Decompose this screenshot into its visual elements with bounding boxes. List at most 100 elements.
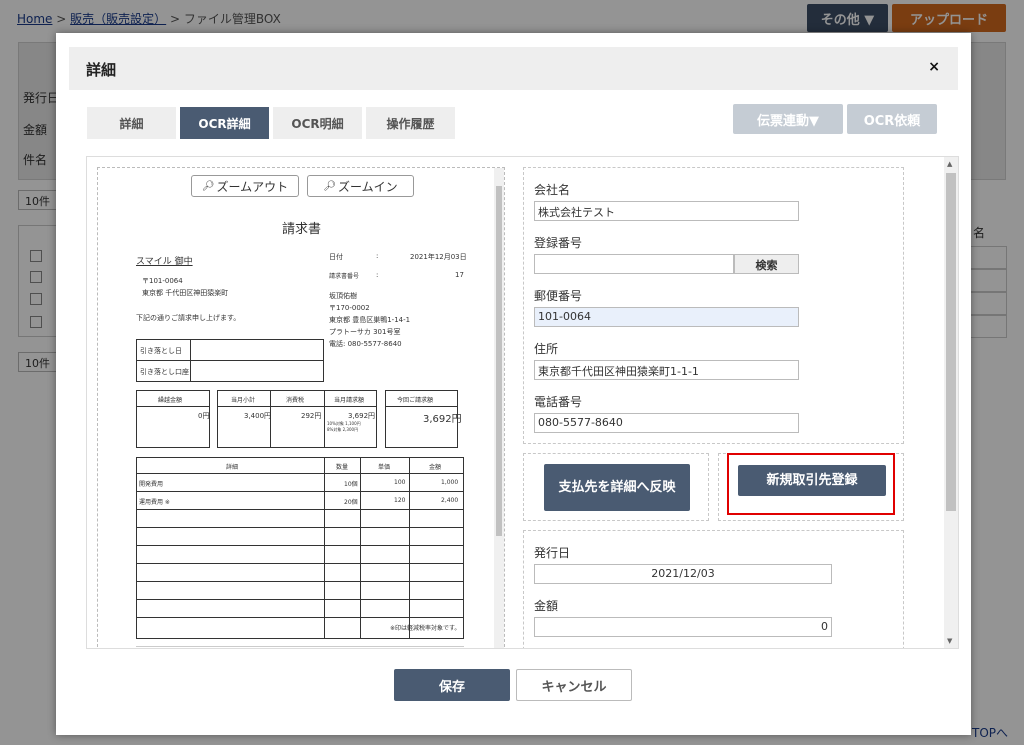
line-header: 数量 [336,464,349,471]
colon: : [376,252,379,260]
address-field[interactable]: 東京都千代田区神田猿楽町1-1-1 [534,360,799,380]
save-button[interactable]: 保存 [394,669,510,701]
zip-label: 郵便番号 [534,289,583,303]
sum-header: 今回ご請求額 [397,397,434,404]
scroll-up-icon[interactable]: ▲ [947,160,952,168]
modal-title: 詳細 [86,61,117,79]
date-label: 日付 [329,253,343,261]
zip-field[interactable]: 101-0064 [534,307,799,327]
account-label: 引き落とし口座 [140,368,189,376]
magnifier-icon: 🔎︎ [323,180,337,192]
divider [324,457,325,639]
invoice-recipient: スマイル 御中 [136,257,193,267]
line-desc: 開発費用 [139,481,164,488]
company-field[interactable]: 株式会社テスト [534,201,799,221]
zoom-in-button[interactable]: 🔎︎ ズームイン [307,175,414,197]
sum-total: 3,692円 [423,414,462,425]
sum-value: 292円 [301,412,322,420]
line-header: 詳細 [226,464,239,471]
sum-value: 3,692円 [348,412,376,420]
row-line [136,527,464,528]
form-scrollbar-thumb[interactable] [946,173,956,511]
divider [409,457,410,639]
deadline-label: 引き落とし日 [140,347,182,355]
reg-number-field[interactable] [534,254,734,274]
issue-date-label: 発行日 [534,546,571,560]
tel-label: 電話番号 [534,395,583,409]
scroll-down-icon[interactable]: ▼ [947,637,952,645]
tab-ocr-detail[interactable]: OCR詳細 [180,107,269,139]
colon: : [376,271,379,279]
tax-note: ※印は軽減税率対象です。 [390,625,461,632]
ocr-request-button[interactable]: OCR依頼 [847,104,937,134]
line-items-table [136,457,464,639]
row-line [136,617,464,618]
divider [217,406,377,407]
issuer-name: 坂頂佑樹 [329,292,357,300]
divider [136,360,324,361]
issuer-address: 東京都 豊島区巣鴨1-14-1 [329,316,411,324]
tab-history[interactable]: 操作履歴 [366,107,455,139]
tab-detail[interactable]: 詳細 [87,107,176,139]
cancel-button[interactable]: キャンセル [516,669,632,701]
zoom-out-label: ズームアウト [216,179,289,194]
line-price: 100 [394,479,406,486]
line-amount: 2,400 [441,497,459,504]
tel-field[interactable]: 080-5577-8640 [534,413,799,433]
amount-label: 金額 [534,599,559,613]
line-header: 金額 [429,464,442,471]
row-line [136,491,464,492]
sum-header: 消費税 [286,397,305,404]
issuer-tel: 電話: 080-5577-8640 [329,340,402,348]
divider [324,390,325,448]
link-slip-button[interactable]: 伝票連動▼ [733,104,843,134]
modal-footer: 保存 キャンセル [56,649,971,735]
address-label: 住所 [534,342,559,356]
invoice-title: 請求書 [282,222,322,237]
reflect-payee-button[interactable]: 支払先を詳細へ反映 [544,464,690,511]
new-partner-button[interactable]: 新規取引先登録 [738,465,886,496]
invoice-greeting: 下記の通りご請求申し上げます。 [136,314,241,322]
sum-value: 0円 [198,412,210,420]
invoice-no-label: 請求書番号 [329,273,360,280]
divider [360,457,361,639]
row-line [136,563,464,564]
line-qty: 20個 [344,499,358,506]
search-button[interactable]: 検索 [734,254,799,274]
row-line [136,509,464,510]
detail-modal: 詳細 × 詳細 OCR詳細 OCR明細 操作履歴 伝票連動▼ OCR依頼 🔎︎ … [56,33,971,735]
sum-header: 当月小計 [231,397,256,404]
line-header: 単価 [378,464,391,471]
reg-number-label: 登録番号 [534,236,583,250]
divider [136,406,210,407]
company-label: 会社名 [534,183,571,197]
issuer-zip: 〒170-0002 [329,304,370,312]
sum-header: 当月請求額 [334,397,365,404]
sum-header: 繰越金額 [158,397,183,404]
zoom-in-label: ズームイン [338,179,398,194]
row-line [136,599,464,600]
row-line [136,473,464,474]
close-icon[interactable]: × [928,59,940,75]
document-scrollbar-thumb[interactable] [496,186,502,536]
divider [385,406,458,407]
issuer-building: プラトーサカ 301号室 [329,328,401,336]
issue-date-field[interactable]: 2021/12/03 [534,564,832,584]
document-viewer: 🔎︎ ズームアウト 🔎︎ ズームイン 請求書 スマイル 御中 〒101-0064… [97,167,505,648]
recipient-address: 東京都 千代田区神田猿楽町 [142,289,229,297]
sum-sub: 8%対象 2,300円 [327,427,359,432]
row-line [136,581,464,582]
modal-header: 詳細 × [69,47,958,90]
amount-field[interactable]: 0 [534,617,832,637]
zoom-out-button[interactable]: 🔎︎ ズームアウト [191,175,299,197]
line-price: 120 [394,497,406,504]
recipient-zip: 〒101-0064 [142,277,183,285]
divider [190,339,191,382]
line-qty: 10個 [344,481,358,488]
date-value: 2021年12月03日 [410,253,467,261]
tab-ocr-items[interactable]: OCR明細 [273,107,362,139]
divider [136,646,464,647]
line-amount: 1,000 [441,479,459,486]
invoice-no-value: 17 [455,271,464,279]
magnifier-icon: 🔎︎ [201,180,215,192]
